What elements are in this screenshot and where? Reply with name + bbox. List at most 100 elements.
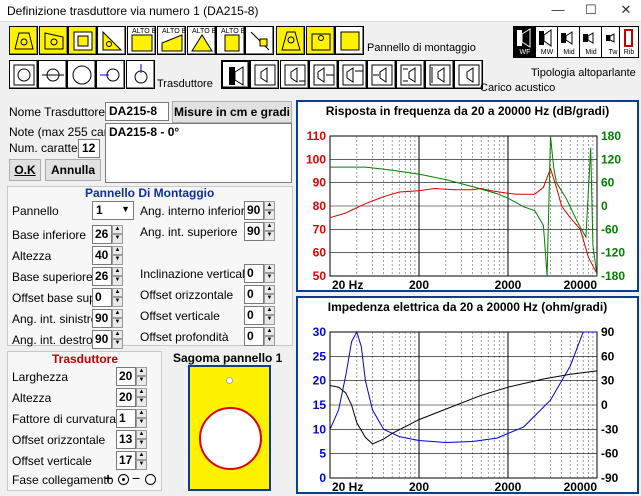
annulla-button[interactable]: Annulla xyxy=(45,159,101,181)
fase-plus-radio[interactable] xyxy=(118,474,129,485)
transducer-2-button[interactable] xyxy=(38,60,67,89)
pannello-right-row-value[interactable]: 90 xyxy=(244,222,264,241)
spin-down-icon[interactable]: ▼ xyxy=(136,439,147,449)
pannello-row-value[interactable]: 26 xyxy=(92,267,112,286)
type-mid-1-button[interactable]: Mid xyxy=(557,26,581,58)
acoustic-load-4-button[interactable] xyxy=(309,60,338,89)
type-mid-2-button[interactable]: Mid xyxy=(579,26,603,58)
acoustic-load-2-button[interactable] xyxy=(250,60,279,89)
pannello-row-value[interactable]: 40 xyxy=(92,246,112,265)
spin-up-icon[interactable]: ▲ xyxy=(264,306,275,315)
spin-down-icon[interactable]: ▼ xyxy=(112,276,123,286)
trasduttore-row-spinner[interactable]: 1 ▲ ▼ xyxy=(116,409,147,428)
spin-up-icon[interactable]: ▲ xyxy=(136,388,147,397)
alto-b-button-2[interactable]: ALTO B xyxy=(157,26,186,55)
acoustic-load-1-button[interactable] xyxy=(221,60,250,89)
transducer-3-button[interactable] xyxy=(67,60,96,89)
type-rib-button[interactable]: Rib xyxy=(619,26,639,58)
spin-up-icon[interactable]: ▲ xyxy=(136,409,147,418)
nome-trasduttore-input[interactable]: DA215-8 xyxy=(105,102,169,121)
spin-up-icon[interactable]: ▲ xyxy=(264,264,275,273)
acoustic-load-7-button[interactable] xyxy=(396,60,425,89)
pannello-right-row-spinner[interactable]: 0 ▲ ▼ xyxy=(244,327,275,346)
spin-down-icon[interactable]: ▼ xyxy=(136,397,147,407)
pannello-right-row-value[interactable]: 90 xyxy=(244,201,264,220)
acoustic-load-9-button[interactable] xyxy=(454,60,483,89)
note-textarea[interactable]: DA215-8 - 0° xyxy=(105,123,292,183)
acoustic-load-5-button[interactable] xyxy=(338,60,367,89)
spin-down-icon[interactable]: ▼ xyxy=(264,210,275,220)
pannello-row-spinner[interactable]: 26 ▲ ▼ xyxy=(92,225,123,244)
misure-button[interactable]: Misure in cm e gradi xyxy=(172,101,292,123)
spin-down-icon[interactable]: ▼ xyxy=(112,339,123,349)
alto-b-button-3[interactable]: ALTO B xyxy=(187,26,216,55)
spin-up-icon[interactable]: ▲ xyxy=(264,222,275,231)
pannello-row-spinner[interactable]: 0 ▲ ▼ xyxy=(92,288,123,307)
spin-down-icon[interactable]: ▼ xyxy=(264,294,275,304)
trasduttore-row-value[interactable]: 20 xyxy=(116,367,136,386)
transducer-4-button[interactable] xyxy=(96,60,125,89)
transducer-5-button[interactable] xyxy=(126,60,155,89)
panel-shape-3-button[interactable] xyxy=(68,26,97,55)
pannello-row-spinner[interactable]: 40 ▲ ▼ xyxy=(92,246,123,265)
spin-down-icon[interactable]: ▼ xyxy=(136,376,147,386)
trasduttore-row-spinner[interactable]: 20 ▲ ▼ xyxy=(116,367,147,386)
acoustic-load-3-button[interactable] xyxy=(280,60,309,89)
acoustic-load-8-button[interactable] xyxy=(425,60,454,89)
panel-shape-6-button[interactable] xyxy=(306,26,335,55)
alto-b-button-1[interactable]: ALTO B xyxy=(127,26,156,55)
spin-down-icon[interactable]: ▼ xyxy=(112,234,123,244)
spin-down-icon[interactable]: ▼ xyxy=(264,315,275,325)
spin-down-icon[interactable]: ▼ xyxy=(264,231,275,241)
pannello-right-row-spinner[interactable]: 90 ▲ ▼ xyxy=(244,222,275,241)
pannello-select[interactable]: 1 ▼ xyxy=(92,201,134,220)
spin-up-icon[interactable]: ▲ xyxy=(136,367,147,376)
type-wf-button[interactable]: WF xyxy=(513,26,537,58)
spin-down-icon[interactable]: ▼ xyxy=(136,418,147,428)
trasduttore-row-spinner[interactable]: 13 ▲ ▼ xyxy=(116,430,147,449)
spin-up-icon[interactable]: ▲ xyxy=(112,225,123,234)
pannello-right-row-value[interactable]: 0 xyxy=(244,306,264,325)
spin-up-icon[interactable]: ▲ xyxy=(112,288,123,297)
spin-down-icon[interactable]: ▼ xyxy=(112,255,123,265)
fase-minus-radio[interactable] xyxy=(145,474,156,485)
spin-up-icon[interactable]: ▲ xyxy=(112,330,123,339)
pannello-right-row-value[interactable]: 0 xyxy=(244,285,264,304)
pannello-right-row-value[interactable]: 0 xyxy=(244,327,264,346)
trasduttore-row-value[interactable]: 17 xyxy=(116,451,136,470)
pannello-row-value[interactable]: 0 xyxy=(92,288,112,307)
trasduttore-row-spinner[interactable]: 20 ▲ ▼ xyxy=(116,388,147,407)
panel-shape-2-button[interactable] xyxy=(39,26,68,55)
pannello-right-row-spinner[interactable]: 90 ▲ ▼ xyxy=(244,201,275,220)
trasduttore-row-spinner[interactable]: 17 ▲ ▼ xyxy=(116,451,147,470)
spin-down-icon[interactable]: ▼ xyxy=(112,318,123,328)
spin-down-icon[interactable]: ▼ xyxy=(264,273,275,283)
minimize-button[interactable]: — xyxy=(545,0,571,21)
pannello-right-row-spinner[interactable]: 0 ▲ ▼ xyxy=(244,306,275,325)
trasduttore-row-value[interactable]: 13 xyxy=(116,430,136,449)
pannello-right-row-value[interactable]: 0 xyxy=(244,264,264,283)
panel-tilt-button[interactable] xyxy=(245,26,274,55)
panel-shape-7-button[interactable] xyxy=(335,26,364,55)
spin-down-icon[interactable]: ▼ xyxy=(136,460,147,470)
spin-down-icon[interactable]: ▼ xyxy=(264,336,275,346)
alto-b-button-4[interactable]: ALTO B xyxy=(216,26,245,55)
pannello-row-value[interactable]: 26 xyxy=(92,225,112,244)
pannello-row-spinner[interactable]: 26 ▲ ▼ xyxy=(92,267,123,286)
spin-up-icon[interactable]: ▲ xyxy=(136,430,147,439)
pannello-row-spinner[interactable]: 90 ▲ ▼ xyxy=(92,330,123,349)
spin-up-icon[interactable]: ▲ xyxy=(264,327,275,336)
trasduttore-row-value[interactable]: 20 xyxy=(116,388,136,407)
ok-button[interactable]: O.K xyxy=(9,159,41,181)
panel-shape-5-button[interactable] xyxy=(276,26,305,55)
spin-up-icon[interactable]: ▲ xyxy=(112,267,123,276)
pannello-row-spinner[interactable]: 90 ▲ ▼ xyxy=(92,309,123,328)
spin-up-icon[interactable]: ▲ xyxy=(112,246,123,255)
pannello-right-row-spinner[interactable]: 0 ▲ ▼ xyxy=(244,264,275,283)
spin-up-icon[interactable]: ▲ xyxy=(136,451,147,460)
pannello-row-value[interactable]: 90 xyxy=(92,330,112,349)
maximize-button[interactable]: ☐ xyxy=(578,0,604,21)
spin-up-icon[interactable]: ▲ xyxy=(112,309,123,318)
spin-down-icon[interactable]: ▼ xyxy=(112,297,123,307)
panel-shape-4-button[interactable] xyxy=(97,26,126,55)
